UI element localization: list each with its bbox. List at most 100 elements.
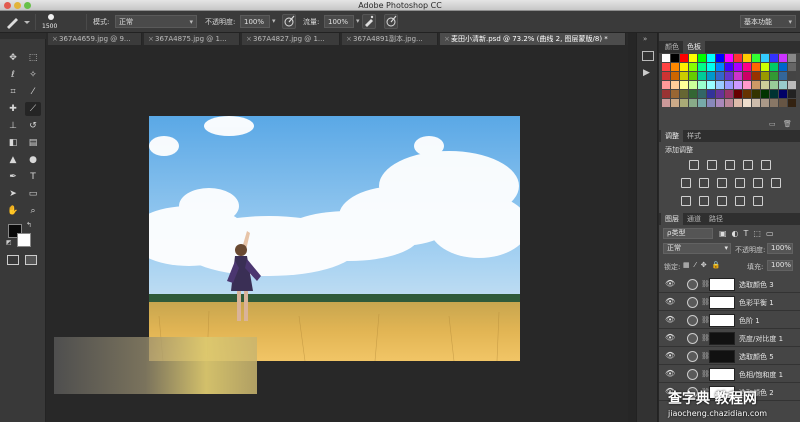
layer-row[interactable]: 👁 ⛓ 亮度/对比度 1 xyxy=(659,330,800,347)
swatch[interactable] xyxy=(662,90,670,98)
new-swatch-icon[interactable]: ▭ xyxy=(769,120,776,128)
channel-mixer-icon[interactable] xyxy=(753,178,763,188)
swatch[interactable] xyxy=(761,63,769,71)
brush-size-picker[interactable]: 1500 xyxy=(40,13,64,31)
swatch[interactable] xyxy=(662,54,670,62)
swatch[interactable] xyxy=(770,63,778,71)
workspace-select[interactable]: 基本功能 ▾ xyxy=(740,15,796,28)
document-tab[interactable]: ×麦田小清新.psd @ 73.2% (曲线 2, 图层蒙版/8) * xyxy=(440,33,626,45)
levels-icon[interactable] xyxy=(707,160,717,170)
brightness-icon[interactable] xyxy=(689,160,699,170)
pressure-opacity-button[interactable] xyxy=(282,14,296,29)
tab-layers[interactable]: 图层 xyxy=(661,213,683,225)
swatch[interactable] xyxy=(734,81,742,89)
swatch[interactable] xyxy=(716,54,724,62)
tab-channels[interactable]: 通道 xyxy=(683,213,705,225)
swatch[interactable] xyxy=(725,54,733,62)
layer-mask-thumbnail[interactable] xyxy=(709,332,735,345)
swatch[interactable] xyxy=(689,54,697,62)
shape-tool-icon[interactable]: ▭ xyxy=(25,187,41,201)
path-selection-tool-icon[interactable]: ➤ xyxy=(5,187,21,201)
visibility-eye-icon[interactable]: 👁 xyxy=(665,279,675,288)
close-tab-icon[interactable]: × xyxy=(444,33,451,45)
swatch[interactable] xyxy=(752,72,760,80)
swatch[interactable] xyxy=(752,90,760,98)
swatch[interactable] xyxy=(662,63,670,71)
swatch[interactable] xyxy=(779,99,787,107)
swatch[interactable] xyxy=(779,54,787,62)
swatch[interactable] xyxy=(779,72,787,80)
layer-filter-icons[interactable]: ▣◐T⬚▭ xyxy=(719,229,795,239)
swatch[interactable] xyxy=(761,54,769,62)
swatch[interactable] xyxy=(779,63,787,71)
play-actions-icon[interactable]: ▶ xyxy=(643,68,650,78)
swatch[interactable] xyxy=(698,90,706,98)
swatch[interactable] xyxy=(779,81,787,89)
swatch[interactable] xyxy=(770,81,778,89)
tab-styles[interactable]: 样式 xyxy=(683,130,705,142)
swatch[interactable] xyxy=(743,63,751,71)
swatch[interactable] xyxy=(671,72,679,80)
layer-mask-thumbnail[interactable] xyxy=(709,368,735,381)
swatch[interactable] xyxy=(779,90,787,98)
invert-icon[interactable] xyxy=(681,196,691,206)
hue-saturation-icon[interactable] xyxy=(681,178,691,188)
swatch[interactable] xyxy=(752,99,760,107)
eyedropper-tool-icon[interactable]: ⁄ xyxy=(25,85,41,99)
visibility-eye-icon[interactable]: 👁 xyxy=(665,333,675,342)
color-lookup-icon[interactable] xyxy=(771,178,781,188)
swatch[interactable] xyxy=(725,63,733,71)
swatch[interactable] xyxy=(788,63,796,71)
photo-filter-icon[interactable] xyxy=(735,178,745,188)
swatch[interactable] xyxy=(743,99,751,107)
swatch[interactable] xyxy=(689,63,697,71)
layer-mask-thumbnail[interactable] xyxy=(709,350,735,363)
flow-field[interactable]: 100% xyxy=(324,15,354,28)
swatch[interactable] xyxy=(743,72,751,80)
swatch[interactable] xyxy=(743,81,751,89)
swatch[interactable] xyxy=(716,81,724,89)
swatch[interactable] xyxy=(734,63,742,71)
swatch[interactable] xyxy=(689,90,697,98)
gradient-map-icon[interactable] xyxy=(735,196,745,206)
swatch[interactable] xyxy=(761,81,769,89)
lasso-tool-icon[interactable]: ℓ xyxy=(5,68,21,82)
quick-mask-icon[interactable] xyxy=(7,255,19,265)
blend-mode-select[interactable]: 正常 ▾ xyxy=(663,243,731,254)
swatch[interactable] xyxy=(698,81,706,89)
swatch[interactable] xyxy=(698,54,706,62)
layer-row[interactable]: 👁 ⛓ 色阶 1 xyxy=(659,312,800,329)
swatch[interactable] xyxy=(734,99,742,107)
blur-tool-icon[interactable]: ▲ xyxy=(5,153,21,167)
swatch[interactable] xyxy=(788,54,796,62)
layer-mask-thumbnail[interactable] xyxy=(709,314,735,327)
history-panel-icon[interactable] xyxy=(642,51,654,61)
swatch[interactable] xyxy=(725,72,733,80)
swatch[interactable] xyxy=(662,72,670,80)
swatch[interactable] xyxy=(761,99,769,107)
swatch[interactable] xyxy=(761,90,769,98)
swatch[interactable] xyxy=(698,72,706,80)
swatch[interactable] xyxy=(716,99,724,107)
selective-color-icon[interactable] xyxy=(753,196,763,206)
swatch[interactable] xyxy=(788,99,796,107)
history-brush-tool-icon[interactable]: ↺ xyxy=(25,119,41,133)
swatch[interactable] xyxy=(707,54,715,62)
swatch[interactable] xyxy=(761,72,769,80)
swatch[interactable] xyxy=(734,72,742,80)
gradient-tool-icon[interactable]: ▤ xyxy=(25,136,41,150)
swatch[interactable] xyxy=(671,63,679,71)
swatch[interactable] xyxy=(725,90,733,98)
swatch[interactable] xyxy=(689,72,697,80)
swatch[interactable] xyxy=(707,72,715,80)
tool-preset-picker[interactable] xyxy=(4,14,32,30)
document-tab[interactable]: ×367A4659.jpg @ 9... xyxy=(48,33,142,45)
pen-tool-icon[interactable]: ✒ xyxy=(5,170,21,184)
swatch[interactable] xyxy=(752,54,760,62)
background-color-swatch[interactable] xyxy=(17,233,31,247)
swatch[interactable] xyxy=(689,81,697,89)
swatch[interactable] xyxy=(671,90,679,98)
document-tab[interactable]: ×367A4875.jpg @ 1... xyxy=(144,33,240,45)
default-colors-icon[interactable]: ◩ xyxy=(6,239,12,246)
hand-tool-icon[interactable]: ✋ xyxy=(5,204,21,218)
